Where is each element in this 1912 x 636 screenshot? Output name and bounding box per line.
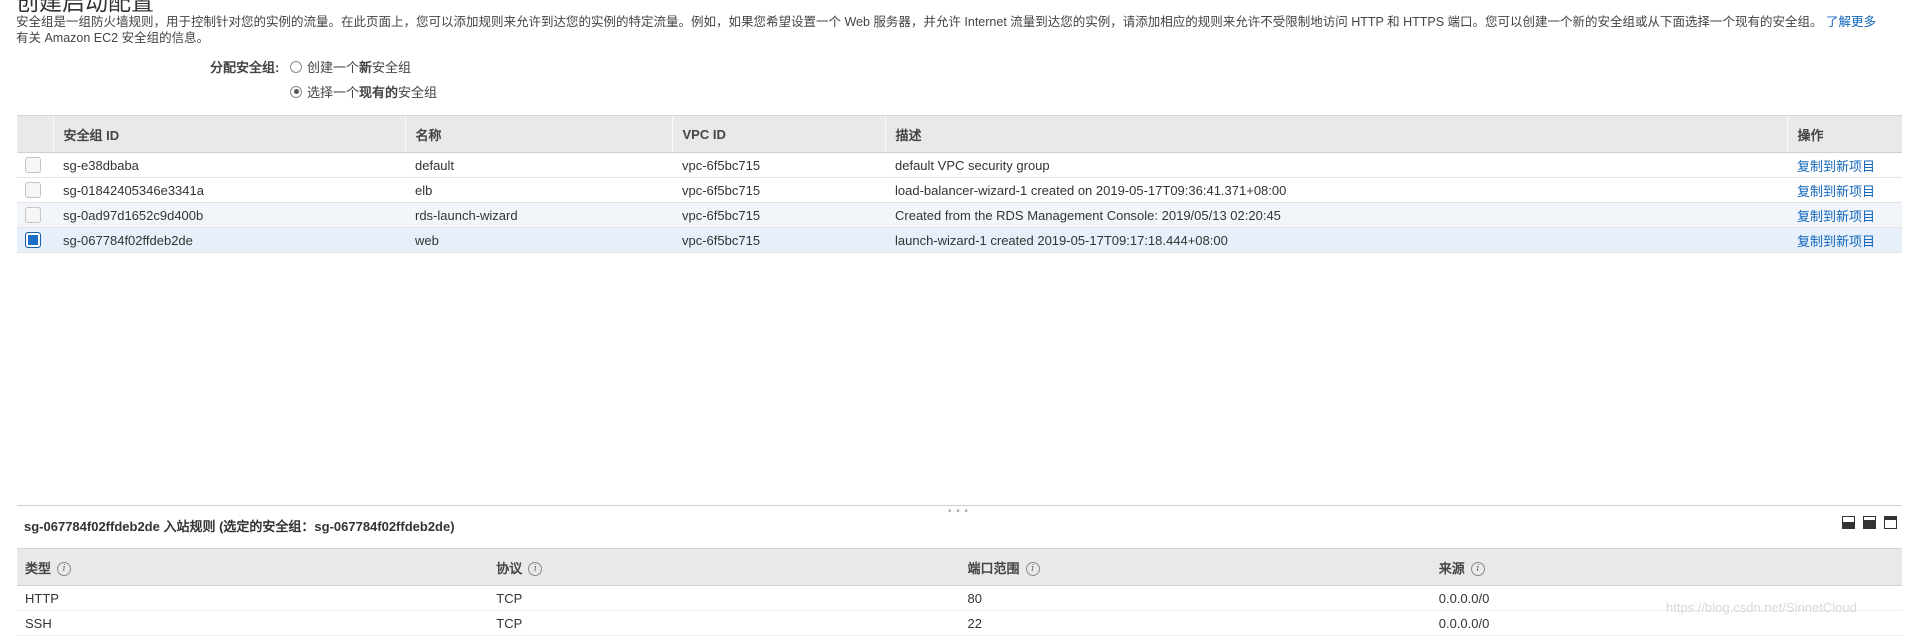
page-description: 安全组是一组防火墙规则，用于控制针对您的实例的流量。在此页面上，您可以添加规则来…: [16, 14, 1896, 46]
cell-vpc-id: vpc-6f5bc715: [672, 202, 885, 228]
cell-description: load-balancer-wizard-1 created on 2019-0…: [885, 177, 1787, 203]
table-row[interactable]: sg-0ad97d1652c9d400b rds-launch-wizard v…: [17, 202, 1902, 228]
cell-name: rds-launch-wizard: [405, 202, 672, 228]
select-all-header: [17, 115, 53, 153]
row-checkbox[interactable]: [25, 182, 41, 198]
cell-type: HTTP: [17, 585, 489, 611]
col-header-actions: 操作: [1786, 115, 1902, 153]
col-header-source: 来源 i: [1430, 548, 1902, 586]
panel-view-controls: [1842, 516, 1897, 529]
cell-group-id: sg-e38dbaba: [53, 152, 405, 178]
cell-group-id: sg-0ad97d1652c9d400b: [53, 202, 405, 228]
copy-to-new-link[interactable]: 复制到新项目: [1797, 209, 1875, 224]
resize-handle-icon[interactable]: • • •: [948, 506, 969, 517]
info-icon[interactable]: i: [57, 562, 72, 577]
info-icon[interactable]: i: [1025, 562, 1040, 577]
panel-max-view-icon[interactable]: [1863, 516, 1876, 529]
description-tail: 有关 Amazon EC2 安全组的信息。: [16, 31, 210, 45]
cell-name: web: [405, 227, 672, 253]
radio-select-existing-group[interactable]: 选择一个 现有的 安全组: [290, 82, 437, 101]
radio-button-selected[interactable]: [290, 85, 302, 98]
assign-security-group-label: 分配安全组:: [210, 60, 280, 75]
cell-port-range: 22: [959, 610, 1431, 636]
table-header-row: 类型 i 协议 i 端口范围 i 来源 i: [17, 548, 1902, 586]
cell-group-id: sg-067784f02ffdeb2de: [53, 227, 405, 253]
row-checkbox-checked[interactable]: [25, 232, 41, 248]
info-icon[interactable]: i: [1470, 562, 1485, 577]
cell-name: default: [405, 152, 672, 178]
table-row: HTTP TCP 80 0.0.0.0/0: [17, 585, 1902, 611]
inbound-rules-title: sg-067784f02ffdeb2de 入站规则 (选定的安全组：sg-067…: [24, 519, 455, 534]
row-checkbox[interactable]: [25, 207, 41, 223]
cell-type: SSH: [17, 610, 489, 636]
col-header-description[interactable]: 描述: [884, 115, 1787, 153]
radio-button[interactable]: [290, 60, 302, 73]
learn-more-link[interactable]: 了解更多: [1826, 15, 1876, 29]
cell-group-id: sg-01842405346e3341a: [53, 177, 405, 203]
col-header-vpc-id[interactable]: VPC ID: [671, 115, 885, 153]
cell-protocol: TCP: [488, 585, 960, 611]
table-header-row: 安全组 ID 名称 VPC ID 描述 操作: [17, 115, 1902, 153]
inbound-rules-table: 类型 i 协议 i 端口范围 i 来源 i HTTP TCP 80 0.0.0.0/0 …: [17, 548, 1902, 636]
table-row[interactable]: sg-01842405346e3341a elb vpc-6f5bc715 lo…: [17, 177, 1902, 203]
cell-description: Created from the RDS Management Console:…: [885, 202, 1787, 228]
col-header-port-range: 端口范围 i: [959, 548, 1431, 586]
table-row: SSH TCP 22 0.0.0.0/0: [17, 610, 1902, 636]
col-header-type: 类型 i: [17, 548, 489, 586]
cell-description: default VPC security group: [885, 152, 1787, 178]
col-header-group-id[interactable]: 安全组 ID: [52, 115, 405, 153]
cell-port-range: 80: [959, 585, 1431, 611]
cell-vpc-id: vpc-6f5bc715: [672, 152, 885, 178]
panel-min-view-icon[interactable]: [1884, 516, 1897, 529]
copy-to-new-link[interactable]: 复制到新项目: [1797, 184, 1875, 199]
cell-protocol: TCP: [488, 610, 960, 636]
col-header-name[interactable]: 名称: [404, 115, 672, 153]
row-checkbox[interactable]: [25, 157, 41, 173]
copy-to-new-link[interactable]: 复制到新项目: [1797, 234, 1875, 249]
table-row-selected[interactable]: sg-067784f02ffdeb2de web vpc-6f5bc715 la…: [17, 227, 1902, 253]
panel-half-view-icon[interactable]: [1842, 516, 1855, 529]
radio-create-new-group[interactable]: 创建一个新安全组: [290, 57, 411, 76]
cell-description: launch-wizard-1 created 2019-05-17T09:17…: [885, 227, 1787, 253]
info-icon[interactable]: i: [528, 562, 543, 577]
cell-name: elb: [405, 177, 672, 203]
table-row[interactable]: sg-e38dbaba default vpc-6f5bc715 default…: [17, 152, 1902, 178]
security-groups-table: 安全组 ID 名称 VPC ID 描述 操作 sg-e38dbaba defau…: [17, 115, 1902, 253]
watermark-text: https://blog.csdn.net/SinnetCloud: [1666, 600, 1857, 615]
description-text: 安全组是一组防火墙规则，用于控制针对您的实例的流量。在此页面上，您可以添加规则来…: [16, 15, 1823, 29]
cell-vpc-id: vpc-6f5bc715: [672, 227, 885, 253]
copy-to-new-link[interactable]: 复制到新项目: [1797, 159, 1875, 174]
cell-vpc-id: vpc-6f5bc715: [672, 177, 885, 203]
col-header-protocol: 协议 i: [488, 548, 960, 586]
